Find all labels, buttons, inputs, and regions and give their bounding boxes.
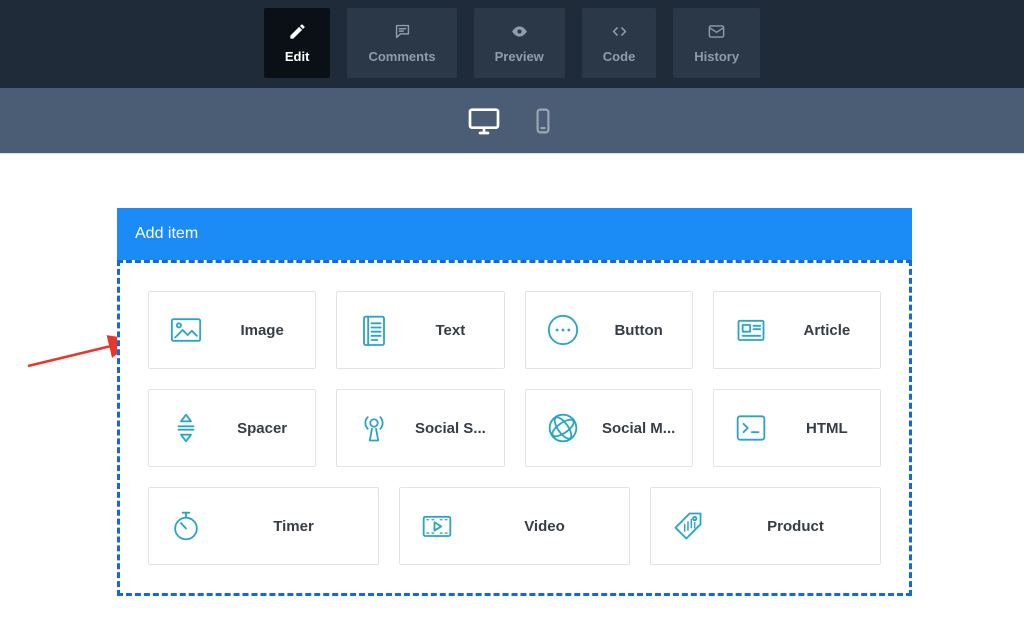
spacer-icon [163, 408, 209, 448]
tab-label: Code [602, 49, 636, 64]
add-item-social-share[interactable]: Social S... [336, 389, 505, 467]
grid-row-3: Timer Video Product [148, 487, 881, 565]
pencil-icon [288, 22, 307, 41]
grid-row-2: Spacer Social S... Social M... HTML [148, 389, 881, 467]
code-icon [610, 22, 629, 41]
product-icon [665, 506, 711, 546]
article-icon [728, 310, 774, 350]
add-item-header: Add item [117, 208, 912, 260]
item-label: Social S... [414, 419, 486, 437]
social-share-icon [351, 408, 397, 448]
text-icon [351, 310, 397, 350]
grid-row-1: Image Text Button Article [148, 291, 881, 369]
add-item-image[interactable]: Image [148, 291, 317, 369]
timer-icon [163, 506, 209, 546]
editor-canvas: Add item Image Text Button Article Space… [0, 154, 1024, 631]
tab-preview[interactable]: Preview [473, 8, 565, 78]
add-item-button[interactable]: Button [524, 291, 693, 369]
item-label: Article [803, 321, 851, 339]
add-item-panel: Add item Image Text Button Article Space… [117, 208, 912, 596]
desktop-icon[interactable] [468, 105, 500, 137]
add-item-title: Add item [135, 225, 199, 242]
item-label: Spacer [237, 419, 288, 437]
add-item-text[interactable]: Text [336, 291, 505, 369]
item-label: Product [767, 517, 824, 535]
item-label: Social M... [601, 419, 676, 437]
add-item-social-media[interactable]: Social M... [524, 389, 693, 467]
top-toolbar: Edit Comments Preview Code History [0, 0, 1024, 88]
tab-label: History [694, 49, 740, 64]
item-label: Button [614, 321, 663, 339]
device-toggle-bar [0, 88, 1024, 154]
item-label: Video [524, 517, 565, 535]
add-item-article[interactable]: Article [712, 291, 881, 369]
tab-history[interactable]: History [673, 8, 761, 78]
eye-icon [510, 22, 529, 41]
item-label: HTML [806, 419, 848, 437]
html-icon [728, 408, 774, 448]
tab-label: Preview [494, 49, 544, 64]
tab-label: Edit [284, 49, 310, 64]
item-label: Text [435, 321, 466, 339]
tab-label: Comments [368, 49, 436, 64]
history-icon [707, 22, 726, 41]
add-item-spacer[interactable]: Spacer [148, 389, 317, 467]
add-item-video[interactable]: Video [399, 487, 630, 565]
tab-code[interactable]: Code [581, 8, 657, 78]
add-item-product[interactable]: Product [650, 487, 881, 565]
video-icon [414, 506, 460, 546]
mobile-icon[interactable] [530, 108, 556, 134]
add-item-grid: Image Text Button Article Spacer Social … [117, 260, 912, 596]
add-item-html[interactable]: HTML [712, 389, 881, 467]
comments-icon [393, 22, 412, 41]
image-icon [163, 310, 209, 350]
social-media-icon [540, 408, 586, 448]
item-label: Timer [273, 517, 314, 535]
button-icon [540, 310, 586, 350]
tab-edit[interactable]: Edit [263, 8, 331, 78]
tab-comments[interactable]: Comments [347, 8, 457, 78]
item-label: Image [240, 321, 284, 339]
add-item-timer[interactable]: Timer [148, 487, 379, 565]
